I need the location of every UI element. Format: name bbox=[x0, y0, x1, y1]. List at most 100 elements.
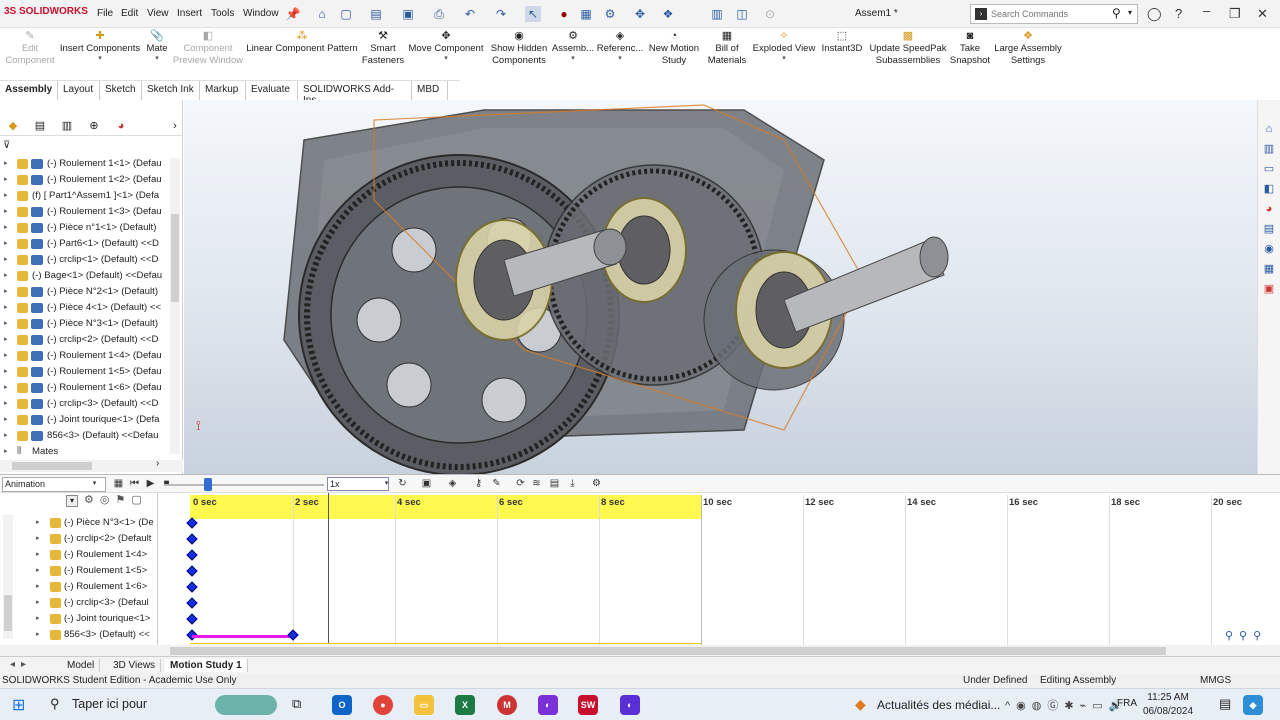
expand-icon[interactable]: ▸ bbox=[4, 172, 8, 188]
keyframe[interactable] bbox=[186, 533, 198, 545]
keyframe[interactable] bbox=[186, 565, 198, 577]
motion-tree-row[interactable]: ▸ (-) Pièce N°3<1> (De bbox=[0, 515, 156, 531]
gearbox-model[interactable] bbox=[184, 100, 1257, 474]
expand-icon[interactable]: ▸ bbox=[36, 563, 40, 579]
tree-item[interactable]: ▸ (-) crclip<3> (Default) <<D bbox=[0, 396, 170, 412]
keyframe[interactable] bbox=[287, 629, 299, 641]
chevron-right-icon[interactable]: › bbox=[168, 119, 182, 133]
heads-up-view-toolbar[interactable]: ⚲⚲⟲◫◧▣◐◍▭ bbox=[614, 100, 1094, 102]
spring-icon[interactable]: ≋ bbox=[530, 477, 543, 490]
resources-icon[interactable]: ▦ bbox=[1262, 262, 1276, 276]
help-icon[interactable]: ? bbox=[1175, 6, 1182, 21]
chevron-right-icon[interactable]: › bbox=[156, 458, 159, 469]
add-key-icon[interactable]: ✎ bbox=[490, 477, 503, 490]
expand-icon[interactable]: ▸ bbox=[4, 220, 8, 236]
clock[interactable]: 11:25 AM 06/08/2024 bbox=[1143, 691, 1193, 719]
new-motion-study-button[interactable]: ◔ New Motion Study bbox=[646, 30, 702, 67]
expand-icon[interactable]: ▸ bbox=[4, 316, 8, 332]
expand-icon[interactable]: ▸ bbox=[4, 236, 8, 252]
expand-icon[interactable]: ▸ bbox=[4, 204, 8, 220]
tree-item[interactable]: ▸ (-) Roulement 1<6> (Defau bbox=[0, 380, 170, 396]
expand-icon[interactable]: ▸ bbox=[4, 396, 8, 412]
expand-icon[interactable]: ▸ bbox=[4, 252, 8, 268]
keyframe[interactable] bbox=[186, 597, 198, 609]
chevron-down-icon[interactable]: ▾ bbox=[551, 55, 595, 63]
tree-item[interactable]: ▸ (-) Roulement 1<4> (Defau bbox=[0, 348, 170, 364]
task-view-icon[interactable]: ⧉ bbox=[292, 696, 301, 712]
open-icon[interactable]: ▤ bbox=[368, 6, 384, 22]
tab-3d-views[interactable]: 3D Views bbox=[108, 659, 162, 672]
menu-insert[interactable]: Insert bbox=[177, 8, 202, 19]
reference-geometry-button[interactable]: ◈ Referenc... ▾ bbox=[596, 30, 644, 63]
tab-model[interactable]: Model bbox=[62, 659, 101, 672]
filter-icon[interactable]: ⊽ bbox=[3, 140, 10, 151]
camera-icon[interactable]: ◫ bbox=[734, 6, 750, 22]
menu-view[interactable]: View bbox=[147, 8, 169, 19]
app-icon[interactable]: ◐ bbox=[620, 695, 640, 715]
component-preview-window-button[interactable]: ◧ Component Preview Window bbox=[172, 30, 244, 67]
expand-icon[interactable]: ▸ bbox=[4, 380, 8, 396]
tree-item[interactable]: ▸ (-) crclip<2> (Default) <<D bbox=[0, 332, 170, 348]
keyframe[interactable] bbox=[186, 613, 198, 625]
playback-mode-icon[interactable]: ↻ bbox=[396, 477, 409, 490]
appearances-icon[interactable]: ◕ bbox=[1262, 202, 1276, 216]
file-properties-icon[interactable]: ▦ bbox=[578, 6, 594, 22]
toolbox-icon[interactable]: ▣ bbox=[1262, 282, 1276, 296]
update-speedpak-button[interactable]: ▩ Update SpeedPak Subassemblies bbox=[868, 30, 948, 67]
motion-tree-row[interactable]: ▸ (-) Roulement 1<5> bbox=[0, 563, 156, 579]
play-icon[interactable]: ▶ bbox=[144, 477, 157, 490]
copilot-icon[interactable]: ◈ bbox=[1243, 695, 1263, 715]
layers-icon[interactable]: ❖ bbox=[660, 6, 676, 22]
tree-item[interactable]: ▸ (-) Joint tourique<1> (Defa bbox=[0, 412, 170, 428]
tree-item[interactable]: ▸ (-) Pièce N°3<1> (Default) bbox=[0, 316, 170, 332]
expand-icon[interactable]: ▸ bbox=[4, 156, 8, 172]
edit-component-button[interactable]: ✎ Edit Component bbox=[2, 30, 58, 67]
expand-icon[interactable]: ▸ bbox=[4, 300, 8, 316]
tab-sketch[interactable]: Sketch bbox=[100, 81, 142, 100]
chevron-down-icon[interactable]: ▾ bbox=[143, 55, 171, 63]
motion-tree-scrollbar-thumb[interactable] bbox=[4, 595, 12, 631]
chrome-profile-icon[interactable]: M bbox=[497, 695, 517, 715]
redo-icon[interactable]: ↷ bbox=[493, 6, 509, 22]
print-icon[interactable]: ⎙ bbox=[431, 6, 447, 22]
filter-icon[interactable]: ▾ bbox=[66, 495, 78, 507]
change-bar[interactable] bbox=[192, 635, 293, 638]
chevron-down-icon[interactable]: ▾ bbox=[596, 55, 644, 63]
feature-tree-icon[interactable]: ◆ bbox=[6, 119, 20, 133]
tree-item[interactable]: ▸ (-) Pièce N°2<1> (Default) bbox=[0, 284, 170, 300]
expand-icon[interactable]: ▸ bbox=[4, 428, 8, 444]
tree-item[interactable]: ▸ (-) crclip<1> (Default) <<D bbox=[0, 252, 170, 268]
table-icon[interactable]: ▥ bbox=[709, 6, 725, 22]
autokey-icon[interactable]: ⚷ bbox=[472, 477, 485, 490]
traffic-light-icon[interactable]: ● bbox=[556, 6, 572, 22]
forum-icon[interactable]: ◉ bbox=[1262, 242, 1276, 256]
dimxpert-icon[interactable]: ⊕ bbox=[87, 119, 101, 133]
chrome-icon[interactable]: ● bbox=[373, 695, 393, 715]
menu-window[interactable]: Window bbox=[243, 8, 279, 19]
search-input[interactable] bbox=[991, 7, 1109, 21]
play-from-start-icon[interactable]: ⏮ bbox=[128, 477, 141, 490]
tree-h-scrollbar-thumb[interactable] bbox=[12, 462, 92, 470]
tree-scrollbar-thumb[interactable] bbox=[171, 214, 179, 302]
tab-solidworks-addins[interactable]: SOLIDWORKS Add-Ins bbox=[298, 81, 412, 106]
mms-tree-toolbar[interactable]: ⚙◎⚑▢ bbox=[84, 493, 148, 506]
restore-icon[interactable]: ❐ bbox=[1229, 6, 1241, 22]
expand-icon[interactable]: ▸ bbox=[4, 268, 8, 284]
assembly-features-button[interactable]: ⚙ Assemb... ▾ bbox=[551, 30, 595, 63]
undo-icon[interactable]: ↶ bbox=[462, 6, 478, 22]
tree-item[interactable]: ▸ 856<3> (Default) <<Defau bbox=[0, 428, 170, 444]
user-icon[interactable]: ◯ bbox=[1147, 6, 1162, 22]
outlook-icon[interactable]: O bbox=[332, 695, 352, 715]
expand-icon[interactable]: ▸ bbox=[36, 579, 40, 595]
instant3d-button[interactable]: ⬚ Instant3D bbox=[818, 30, 866, 55]
large-assembly-settings-button[interactable]: ❖ Large Assembly Settings bbox=[994, 30, 1062, 67]
motion-tree-row[interactable]: ▸ (-) Roulement 1<4> bbox=[0, 547, 156, 563]
expand-icon[interactable]: ▸ bbox=[36, 595, 40, 611]
playback-slider-thumb[interactable] bbox=[204, 478, 212, 491]
timeline-zoom-controls[interactable]: ⚲⚲⚲ bbox=[1225, 629, 1267, 642]
tree-item[interactable]: ▸ (-) Bage<1> (Default) <<Defau bbox=[0, 268, 170, 284]
playback-slider-track[interactable] bbox=[164, 484, 324, 486]
pin-icon[interactable]: 📌 bbox=[285, 6, 301, 22]
select-icon[interactable]: ↖ bbox=[525, 6, 541, 22]
custom-properties-icon[interactable]: ▤ bbox=[1262, 222, 1276, 236]
